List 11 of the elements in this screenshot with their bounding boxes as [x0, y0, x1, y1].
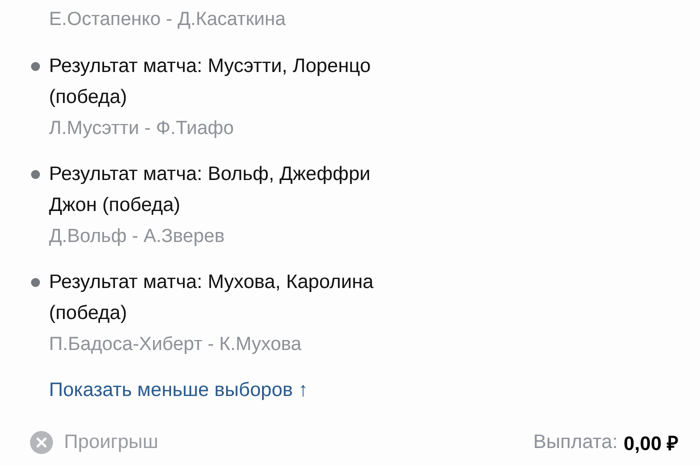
- bet-status: Проигрыш: [64, 431, 158, 454]
- match-players: Д.Вольф - А.Зверев: [49, 225, 226, 249]
- selection-title: Результат матча: Вольф, Джеффри Джон (победа): [49, 162, 372, 218]
- show-less-link[interactable]: Показать меньше выборов ↑: [49, 375, 308, 406]
- selection-title: Результат матча: Мухова, Каролина (победа): [49, 270, 374, 326]
- payout-value: 0,00 ₽: [624, 432, 678, 456]
- match-players: П.Бадоса-Хиберт - К.Мухова: [49, 333, 302, 357]
- payout-label: Выплата:: [533, 431, 618, 454]
- match-players: Е.Остапенко - Д.Касаткина: [49, 8, 287, 32]
- selection-title: Результат матча: Мусэтти, Лоренцо (победа): [49, 54, 372, 110]
- match-players: Л.Мусэтти - Ф.Тиафо: [49, 117, 235, 141]
